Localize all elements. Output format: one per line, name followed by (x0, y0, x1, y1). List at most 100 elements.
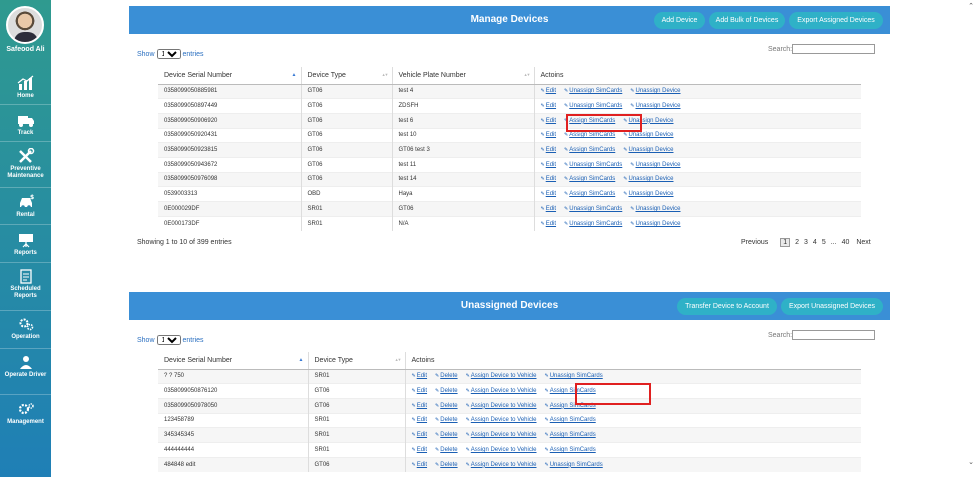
assign-simcards-link[interactable]: Assign SimCards (564, 191, 615, 197)
scroll-down-arrow[interactable]: ⌄ (968, 458, 974, 466)
unassign-device-link[interactable]: Unassign Device (623, 176, 673, 182)
add-bulk-devices-button[interactable]: Add Bulk of Devices (709, 12, 785, 29)
unassign-simcards-link[interactable]: Unassign SimCards (564, 88, 622, 94)
edit-link[interactable]: Edit (541, 118, 556, 124)
search-input[interactable] (792, 44, 876, 54)
unassign-device-link[interactable]: Unassign Device (630, 103, 680, 109)
add-device-button[interactable]: Add Device (654, 12, 705, 29)
table-row: 345345345SR01 Edit Delete Assign Device to … (158, 427, 861, 443)
edit-link[interactable]: Edit (541, 191, 556, 197)
assign-device-to-vehicle-link[interactable]: Assign Device to Vehicle (466, 388, 537, 394)
sidebar-item-home[interactable]: Home (0, 75, 51, 100)
unassign-simcards-link[interactable]: Unassign SimCards (564, 221, 622, 227)
edit-link[interactable]: Edit (541, 162, 556, 168)
sidebar-item-operation[interactable]: Operation (0, 316, 51, 341)
page-button[interactable]: 5 (822, 239, 826, 246)
table-row: 484848 editGT06 Edit Delete Assign Device t… (158, 456, 861, 472)
delete-link[interactable]: Delete (435, 403, 457, 409)
page-size-select[interactable]: 10 (156, 49, 181, 59)
column-header[interactable]: Device Serial Number (158, 67, 301, 85)
sidebar-item-track[interactable]: Track (0, 112, 51, 137)
page-button[interactable]: 4 (813, 239, 817, 246)
sidebar-item-scheduled-reports[interactable]: Scheduled Reports (0, 268, 51, 300)
transfer-device-button[interactable]: Transfer Device to Account (677, 298, 777, 315)
edit-link[interactable]: Edit (541, 88, 556, 94)
unassign-device-link[interactable]: Unassign Device (630, 221, 680, 227)
sidebar-item-management[interactable]: Management (0, 401, 51, 426)
column-header[interactable]: Device Type (307, 352, 405, 370)
assign-device-to-vehicle-link[interactable]: Assign Device to Vehicle (466, 403, 537, 409)
actions-cell: Edit Unassign SimCards Unassign Device (533, 156, 861, 173)
edit-link[interactable]: Edit (541, 147, 556, 153)
page-size-control: Show 10 entries (137, 49, 204, 59)
assign-simcards-link[interactable]: Assign SimCards (545, 432, 596, 438)
edit-link[interactable]: Edit (541, 221, 556, 227)
edit-link[interactable]: Edit (412, 373, 427, 379)
page-button[interactable]: 2 (795, 239, 799, 246)
assign-simcards-link[interactable]: Assign SimCards (564, 176, 615, 182)
delete-link[interactable]: Delete (435, 462, 457, 468)
edit-link[interactable]: Edit (541, 132, 556, 138)
page-size-select[interactable]: 10 (156, 335, 181, 345)
unassign-device-link[interactable]: Unassign Device (630, 162, 680, 168)
assign-simcards-link[interactable]: Assign SimCards (545, 447, 596, 453)
assign-device-to-vehicle-link[interactable]: Assign Device to Vehicle (466, 462, 537, 468)
show-label: Show (137, 337, 155, 344)
edit-link[interactable]: Edit (412, 447, 427, 453)
unassign-device-link[interactable]: Unassign Device (630, 206, 680, 212)
column-header[interactable]: Device Serial Number (158, 352, 308, 370)
column-header[interactable]: Device Type (300, 67, 392, 85)
assign-simcards-link[interactable]: Assign SimCards (564, 132, 615, 138)
unassign-simcards-link[interactable]: Unassign SimCards (564, 103, 622, 109)
edit-link[interactable]: Edit (412, 417, 427, 423)
edit-link[interactable]: Edit (541, 206, 556, 212)
scroll-up-arrow[interactable]: ⌃ (968, 2, 974, 10)
delete-link[interactable]: Delete (435, 432, 457, 438)
page-button[interactable]: 40 (842, 239, 850, 246)
avatar[interactable] (6, 6, 44, 44)
delete-link[interactable]: Delete (435, 388, 457, 394)
delete-link[interactable]: Delete (435, 373, 457, 379)
column-header[interactable]: Vehicle Plate Number (391, 67, 534, 85)
assign-simcards-link[interactable]: Assign SimCards (545, 417, 596, 423)
actions-cell: Edit Assign SimCards Unassign Device (533, 186, 861, 202)
previous-page-button[interactable]: Previous (741, 239, 768, 246)
unassigned-devices-panel: Unassigned Devices Transfer Device to Ac… (129, 292, 890, 477)
unassign-simcards-link[interactable]: Unassign SimCards (545, 462, 603, 468)
page-button[interactable]: 3 (804, 239, 808, 246)
table-row: 0539003313OBDHaya Edit Assign SimCards Unas… (158, 186, 861, 202)
sidebar-item-rental[interactable]: $ Rental (0, 194, 51, 219)
unassign-device-link[interactable]: Unassign Device (623, 132, 673, 138)
unassign-device-link[interactable]: Unassign Device (630, 88, 680, 94)
edit-link[interactable]: Edit (412, 432, 427, 438)
assign-device-to-vehicle-link[interactable]: Assign Device to Vehicle (466, 417, 537, 423)
unassign-simcards-link[interactable]: Unassign SimCards (564, 206, 622, 212)
assign-device-to-vehicle-link[interactable]: Assign Device to Vehicle (466, 447, 537, 453)
sidebar-item-preventive-maintenance[interactable]: Preventive Maintenance (0, 148, 51, 180)
sidebar-item-reports[interactable]: Reports (0, 232, 51, 257)
sidebar-item-operate-driver[interactable]: Operate Driver (0, 354, 51, 379)
delete-link[interactable]: Delete (435, 417, 457, 423)
edit-link[interactable]: Edit (541, 176, 556, 182)
edit-link[interactable]: Edit (412, 462, 427, 468)
device-type-cell: SR01 (307, 427, 405, 443)
page-button[interactable]: 1 (780, 238, 791, 247)
next-page-button[interactable]: Next (856, 239, 870, 246)
page-size-control: Show 10 entries (137, 335, 204, 345)
search-input[interactable] (792, 330, 876, 340)
export-assigned-devices-button[interactable]: Export Assigned Devices (789, 12, 883, 29)
edit-link[interactable]: Edit (541, 103, 556, 109)
unassign-device-link[interactable]: Unassign Device (623, 191, 673, 197)
unassign-simcards-link[interactable]: Unassign SimCards (564, 162, 622, 168)
driver-icon (19, 356, 32, 369)
assign-device-to-vehicle-link[interactable]: Assign Device to Vehicle (466, 373, 537, 379)
unassign-simcards-link[interactable]: Unassign SimCards (545, 373, 603, 379)
export-unassigned-devices-button[interactable]: Export Unassigned Devices (781, 298, 883, 315)
edit-link[interactable]: Edit (412, 403, 427, 409)
assign-device-to-vehicle-link[interactable]: Assign Device to Vehicle (466, 432, 537, 438)
unassign-device-link[interactable]: Unassign Device (623, 147, 673, 153)
delete-link[interactable]: Delete (435, 447, 457, 453)
device-serial-cell: 0358099050876120 (158, 383, 308, 399)
assign-simcards-link[interactable]: Assign SimCards (564, 147, 615, 153)
edit-link[interactable]: Edit (412, 388, 427, 394)
